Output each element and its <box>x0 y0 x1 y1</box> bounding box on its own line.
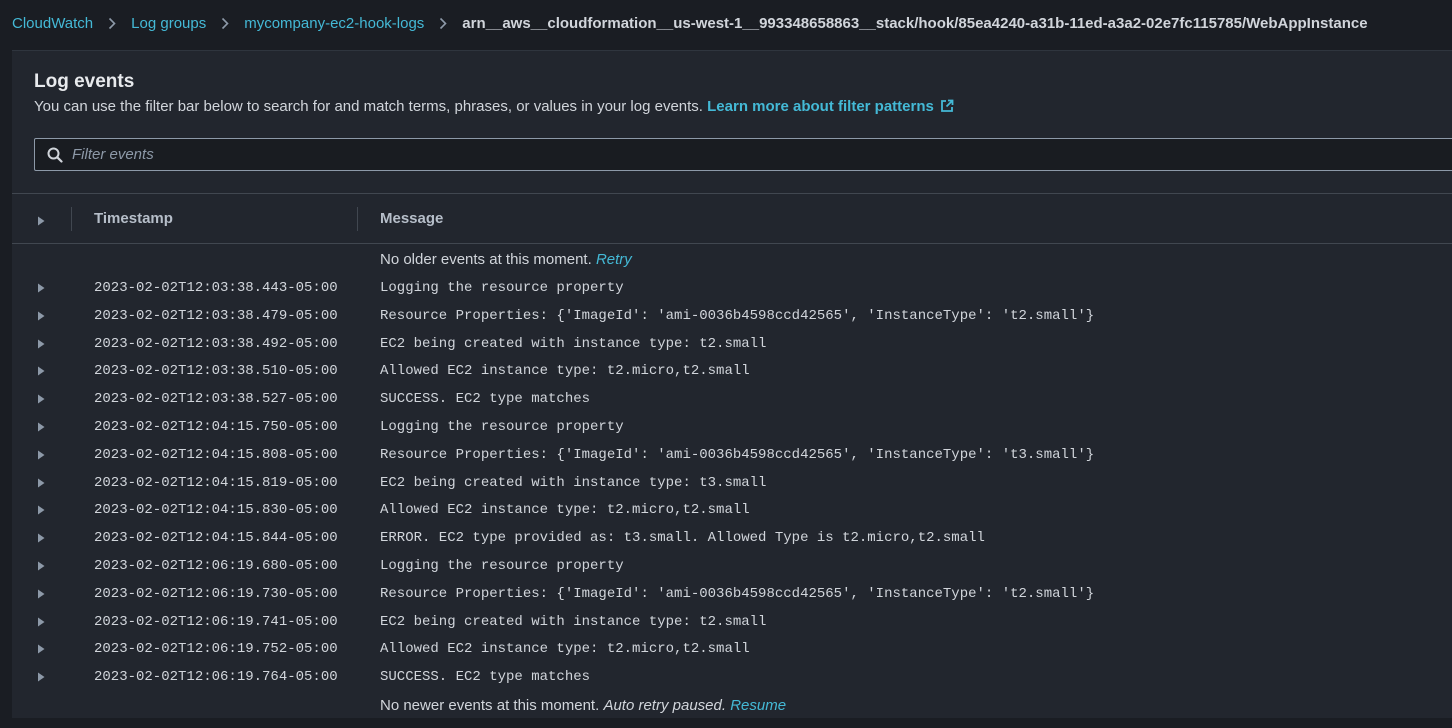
row-message: Allowed EC2 instance type: t2.micro,t2.s… <box>380 502 750 519</box>
table-row[interactable]: 2023-02-02T12:04:15.844-05:00 ERROR. EC2 … <box>12 529 1452 557</box>
filter-bar <box>34 138 1452 171</box>
row-timestamp: 2023-02-02T12:03:38.479-05:00 <box>94 307 338 324</box>
column-divider <box>71 207 72 231</box>
column-header-timestamp[interactable]: Timestamp <box>94 210 173 227</box>
older-events-text: No older events at this moment. <box>380 251 592 268</box>
caret-right-icon[interactable] <box>37 532 45 548</box>
row-timestamp: 2023-02-02T12:04:15.808-05:00 <box>94 446 338 463</box>
caret-right-icon[interactable] <box>37 421 45 437</box>
panel-description: You can use the filter bar below to sear… <box>34 98 1452 117</box>
log-events-panel: Log events You can use the filter bar be… <box>12 50 1452 718</box>
row-message: Allowed EC2 instance type: t2.micro,t2.s… <box>380 363 750 380</box>
row-timestamp: 2023-02-02T12:04:15.844-05:00 <box>94 530 338 547</box>
row-timestamp: 2023-02-02T12:06:19.730-05:00 <box>94 585 338 602</box>
table-row[interactable]: 2023-02-02T12:06:19.741-05:00 EC2 being c… <box>12 613 1452 641</box>
row-timestamp: 2023-02-02T12:04:15.830-05:00 <box>94 502 338 519</box>
row-message: SUCCESS. EC2 type matches <box>380 669 591 686</box>
caret-right-icon[interactable] <box>37 282 45 298</box>
table-row[interactable]: 2023-02-02T12:03:38.492-05:00 EC2 being c… <box>12 335 1452 363</box>
caret-right-icon[interactable] <box>37 671 45 687</box>
caret-right-icon[interactable] <box>37 504 45 520</box>
row-message: ERROR. EC2 type provided as: t3.small. A… <box>380 530 985 547</box>
caret-right-icon[interactable] <box>37 643 45 659</box>
chevron-right-icon <box>108 17 116 30</box>
learn-more-label: Learn more about filter patterns <box>707 98 934 115</box>
newer-events-text: No newer events at this moment. <box>380 697 600 714</box>
row-timestamp: 2023-02-02T12:06:19.680-05:00 <box>94 558 338 574</box>
caret-right-icon[interactable] <box>37 365 45 381</box>
table-row[interactable]: 2023-02-02T12:06:19.752-05:00 Allowed EC2… <box>12 640 1452 668</box>
row-message: EC2 being created with instance type: t2… <box>380 335 767 352</box>
row-timestamp: 2023-02-02T12:04:15.750-05:00 <box>94 419 338 435</box>
table-row[interactable]: 2023-02-02T12:03:38.479-05:00 Resource Pr… <box>12 307 1452 335</box>
table-row[interactable]: 2023-02-02T12:06:19.680-05:00 Logging the… <box>12 557 1452 585</box>
table-row[interactable]: 2023-02-02T12:04:15.830-05:00 Allowed EC2… <box>12 501 1452 529</box>
row-timestamp: 2023-02-02T12:03:38.510-05:00 <box>94 363 338 380</box>
row-timestamp: 2023-02-02T12:03:38.492-05:00 <box>94 335 338 352</box>
log-events-table: Timestamp Message No older events at thi… <box>12 193 1452 719</box>
row-timestamp: 2023-02-02T12:03:38.443-05:00 <box>94 280 338 296</box>
resume-link[interactable]: Resume <box>730 697 786 714</box>
row-message: SUCCESS. EC2 type matches <box>380 391 591 408</box>
row-message: Allowed EC2 instance type: t2.micro,t2.s… <box>380 641 750 658</box>
table-row[interactable]: 2023-02-02T12:03:38.510-05:00 Allowed EC2… <box>12 362 1452 390</box>
row-timestamp: 2023-02-02T12:04:15.819-05:00 <box>94 474 338 491</box>
row-timestamp: 2023-02-02T12:03:38.527-05:00 <box>94 391 338 408</box>
row-timestamp: 2023-02-02T12:06:19.764-05:00 <box>94 669 338 686</box>
caret-right-icon[interactable] <box>37 393 45 409</box>
table-row[interactable]: 2023-02-02T12:06:19.764-05:00 SUCCESS. EC… <box>12 668 1452 696</box>
row-message: Resource Properties: {'ImageId': 'ami-00… <box>380 585 1095 602</box>
breadcrumb-cloudwatch[interactable]: CloudWatch <box>12 15 93 32</box>
retry-link[interactable]: Retry <box>596 251 632 268</box>
breadcrumb-current-log-stream: arn__aws__cloudformation__us-west-1__993… <box>462 14 1368 32</box>
external-link-icon <box>940 99 954 117</box>
row-message: Logging the resource property <box>380 558 624 574</box>
table-row[interactable]: 2023-02-02T12:04:15.819-05:00 EC2 being c… <box>12 474 1452 502</box>
older-events-status: No older events at this moment. Retry <box>380 251 632 268</box>
table-row[interactable]: 2023-02-02T12:04:15.808-05:00 Resource Pr… <box>12 446 1452 474</box>
row-timestamp: 2023-02-02T12:06:19.741-05:00 <box>94 613 338 630</box>
caret-right-icon[interactable] <box>37 338 45 354</box>
table-row[interactable]: 2023-02-02T12:03:38.527-05:00 SUCCESS. EC… <box>12 390 1452 418</box>
chevron-right-icon <box>439 17 447 30</box>
search-icon <box>47 147 63 163</box>
row-message: Resource Properties: {'ImageId': 'ami-00… <box>380 446 1095 463</box>
row-message: EC2 being created with instance type: t2… <box>380 613 767 630</box>
panel-header: Log events You can use the filter bar be… <box>12 51 1452 193</box>
table-header: Timestamp Message <box>12 194 1452 244</box>
filter-events-input[interactable] <box>72 146 1452 163</box>
caret-right-icon[interactable] <box>37 588 45 604</box>
description-text: You can use the filter bar below to sear… <box>34 98 703 115</box>
row-timestamp: 2023-02-02T12:06:19.752-05:00 <box>94 641 338 658</box>
column-header-message[interactable]: Message <box>380 210 443 227</box>
newer-events-status: No newer events at this moment. Auto ret… <box>380 697 786 714</box>
breadcrumb-log-group[interactable]: mycompany-ec2-hook-logs <box>244 15 424 32</box>
table-row[interactable]: 2023-02-02T12:06:19.730-05:00 Resource Pr… <box>12 585 1452 613</box>
caret-right-icon[interactable] <box>37 477 45 493</box>
row-message: EC2 being created with instance type: t3… <box>380 474 767 491</box>
breadcrumb: CloudWatch Log groups mycompany-ec2-hook… <box>0 0 1452 46</box>
chevron-right-icon <box>221 17 229 30</box>
caret-right-icon[interactable] <box>37 616 45 632</box>
page-title: Log events <box>34 71 135 92</box>
column-divider <box>357 207 358 231</box>
caret-right-icon[interactable] <box>37 560 45 576</box>
expand-all-caret-icon[interactable] <box>37 213 45 230</box>
caret-right-icon[interactable] <box>37 310 45 326</box>
row-message: Resource Properties: {'ImageId': 'ami-00… <box>380 307 1095 324</box>
breadcrumb-log-groups[interactable]: Log groups <box>131 15 206 32</box>
auto-retry-paused-text: Auto retry paused. <box>603 697 727 714</box>
table-row[interactable]: 2023-02-02T12:03:38.443-05:00 Logging the… <box>12 279 1452 307</box>
row-message: Logging the resource property <box>380 419 624 435</box>
table-row[interactable]: 2023-02-02T12:04:15.750-05:00 Logging the… <box>12 418 1452 446</box>
caret-right-icon[interactable] <box>37 449 45 465</box>
learn-more-link[interactable]: Learn more about filter patterns <box>707 98 954 115</box>
row-message: Logging the resource property <box>380 280 624 296</box>
